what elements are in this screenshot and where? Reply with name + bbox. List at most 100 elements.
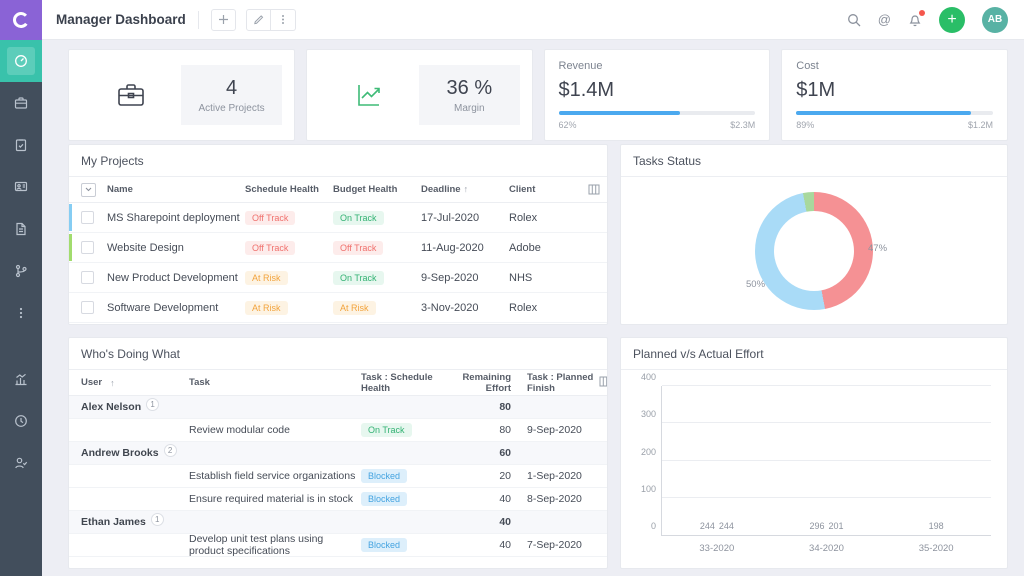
sidebar-item-workflow[interactable]	[0, 250, 42, 292]
sidebar-item-documents[interactable]	[0, 208, 42, 250]
effort-chart: 010020030040024424433-202029620134-20201…	[621, 370, 1007, 568]
title-divider	[198, 11, 199, 29]
cost-max: $1.2M	[968, 120, 993, 130]
tasks-status-panel-title: Tasks Status	[621, 145, 1007, 177]
my-projects-panel-title: My Projects	[69, 145, 607, 177]
tasks-status-donut[interactable]	[755, 192, 873, 310]
revenue-value: $1.4M	[559, 79, 756, 102]
app-logo[interactable]	[0, 0, 42, 40]
user-check-icon	[7, 449, 35, 477]
task-row[interactable]: Review modular codeOn Track809-Sep-2020	[69, 419, 607, 442]
dashboard-menu-button[interactable]	[271, 9, 296, 31]
revenue-progress-rail	[559, 111, 756, 115]
sidebar-item-projects[interactable]	[0, 82, 42, 124]
project-name[interactable]: MS Sharepoint deployment	[107, 212, 245, 224]
column-header-schedule-health[interactable]: Schedule Health	[245, 184, 333, 195]
y-axis-tick-label: 300	[628, 409, 656, 419]
remaining-effort: 40	[461, 493, 511, 505]
task-row[interactable]: Ensure required material is in stockBloc…	[69, 488, 607, 511]
column-header-planned-finish[interactable]: Task : Planned Finish	[511, 372, 599, 394]
search-button[interactable]	[847, 13, 861, 27]
row-checkbox[interactable]	[81, 301, 94, 314]
y-axis-tick-label: 0	[628, 521, 656, 531]
project-name[interactable]: Website Design	[107, 242, 245, 254]
cost-card[interactable]: Cost $1M 89% $1.2M	[781, 49, 1008, 141]
revenue-card[interactable]: Revenue $1.4M 62% $2.3M	[544, 49, 771, 141]
task-name[interactable]: Ensure required material is in stock	[189, 493, 361, 505]
dashboard-icon	[7, 47, 35, 75]
select-all-checkbox[interactable]	[81, 183, 96, 197]
project-name[interactable]: New Product Development	[107, 272, 245, 284]
sidebar-item-reports[interactable]	[0, 358, 42, 400]
sidebar-item-approvals[interactable]	[0, 442, 42, 484]
margin-value: 36 %	[447, 77, 493, 100]
column-header-task[interactable]: Task	[189, 377, 361, 388]
task-name[interactable]: Establish field service organizations	[189, 470, 361, 482]
sort-asc-icon: ↑	[110, 378, 115, 388]
project-deadline: 11-Aug-2020	[421, 242, 509, 254]
column-chooser-button[interactable]	[599, 376, 607, 390]
schedule-health-badge: Off Track	[245, 211, 295, 225]
table-row[interactable]: MS Sharepoint deploymentOff TrackOn Trac…	[69, 203, 607, 233]
task-row[interactable]: Establish field service organizationsBlo…	[69, 465, 607, 488]
sidebar-item-discussions[interactable]	[0, 166, 42, 208]
user-group-row[interactable]: Ethan James140	[69, 511, 607, 534]
budget-health-badge: At Risk	[333, 301, 376, 315]
sidebar-item-tasks[interactable]	[0, 124, 42, 166]
table-row[interactable]: Software DevelopmentAt RiskAt Risk3-Nov-…	[69, 293, 607, 323]
sidebar-item-dashboard[interactable]	[0, 40, 42, 82]
task-schedule-health-badge: On Track	[361, 423, 412, 437]
mentions-button[interactable]: @	[878, 12, 891, 27]
notifications-button[interactable]	[908, 12, 922, 27]
active-projects-card[interactable]: 4 Active Projects	[68, 49, 295, 141]
task-name[interactable]: Review modular code	[189, 424, 361, 436]
document-icon	[7, 215, 35, 243]
row-checkbox[interactable]	[81, 271, 94, 284]
task-row[interactable]: Develop unit test plans using product sp…	[69, 534, 607, 557]
margin-label: Margin	[454, 103, 485, 114]
margin-card[interactable]: 36 % Margin	[306, 49, 533, 141]
column-header-budget-health[interactable]: Budget Health	[333, 184, 421, 195]
my-projects-panel: My Projects Name Schedule Health Budget …	[68, 144, 608, 325]
row-status-indicator	[69, 204, 72, 231]
user-group-row[interactable]: Andrew Brooks260	[69, 442, 607, 465]
column-header-name[interactable]: Name	[107, 184, 245, 195]
kpi-cards-row: 4 Active Projects 36 % Margin Revenue	[68, 49, 1008, 133]
table-row[interactable]: New Product DevelopmentAt RiskOn Track9-…	[69, 263, 607, 293]
effort-chart-panel-title: Planned v/s Actual Effort	[621, 338, 1007, 370]
column-header-user[interactable]: User↑	[69, 377, 189, 388]
whos-doing-what-panel-title: Who's Doing What	[69, 338, 607, 370]
cost-progress-fill	[796, 111, 971, 115]
clock-icon	[7, 407, 35, 435]
avatar[interactable]: AB	[982, 7, 1008, 33]
task-schedule-health-badge: Blocked	[361, 538, 407, 552]
remaining-effort: 60	[461, 447, 511, 459]
add-dashboard-button[interactable]	[211, 9, 236, 31]
task-count-badge: 2	[164, 444, 177, 457]
row-checkbox[interactable]	[81, 211, 94, 224]
column-header-remaining-effort[interactable]: Remaining Effort	[461, 372, 511, 394]
column-chooser-button[interactable]	[581, 184, 607, 195]
user-group-row[interactable]: Alex Nelson180	[69, 396, 607, 419]
project-name[interactable]: Software Development	[107, 302, 245, 314]
pencil-icon	[253, 14, 264, 25]
sidebar-item-time[interactable]	[0, 400, 42, 442]
cost-percent: 89%	[796, 120, 814, 130]
column-header-deadline[interactable]: Deadline↑	[421, 184, 509, 195]
task-name[interactable]: Develop unit test plans using product sp…	[189, 533, 361, 557]
cost-title: Cost	[796, 60, 993, 72]
donut-label-50: 50%	[746, 279, 765, 290]
remaining-effort: 20	[461, 470, 511, 482]
x-axis-tick-label: 33-2020	[662, 543, 772, 554]
table-row[interactable]: Website DesignOff TrackOff Track11-Aug-2…	[69, 233, 607, 263]
row-checkbox[interactable]	[81, 241, 94, 254]
sidebar-item-more[interactable]	[0, 292, 42, 334]
active-projects-label: Active Projects	[198, 103, 264, 114]
column-header-client[interactable]: Client	[509, 184, 581, 195]
create-new-button[interactable]: +	[939, 7, 965, 33]
donut-label-47: 47%	[868, 243, 887, 254]
columns-icon	[588, 184, 600, 195]
tasks-status-panel: Tasks Status 47% 50%	[620, 144, 1008, 325]
column-header-task-schedule-health[interactable]: Task : Schedule Health	[361, 372, 461, 394]
edit-dashboard-button[interactable]	[246, 9, 271, 31]
